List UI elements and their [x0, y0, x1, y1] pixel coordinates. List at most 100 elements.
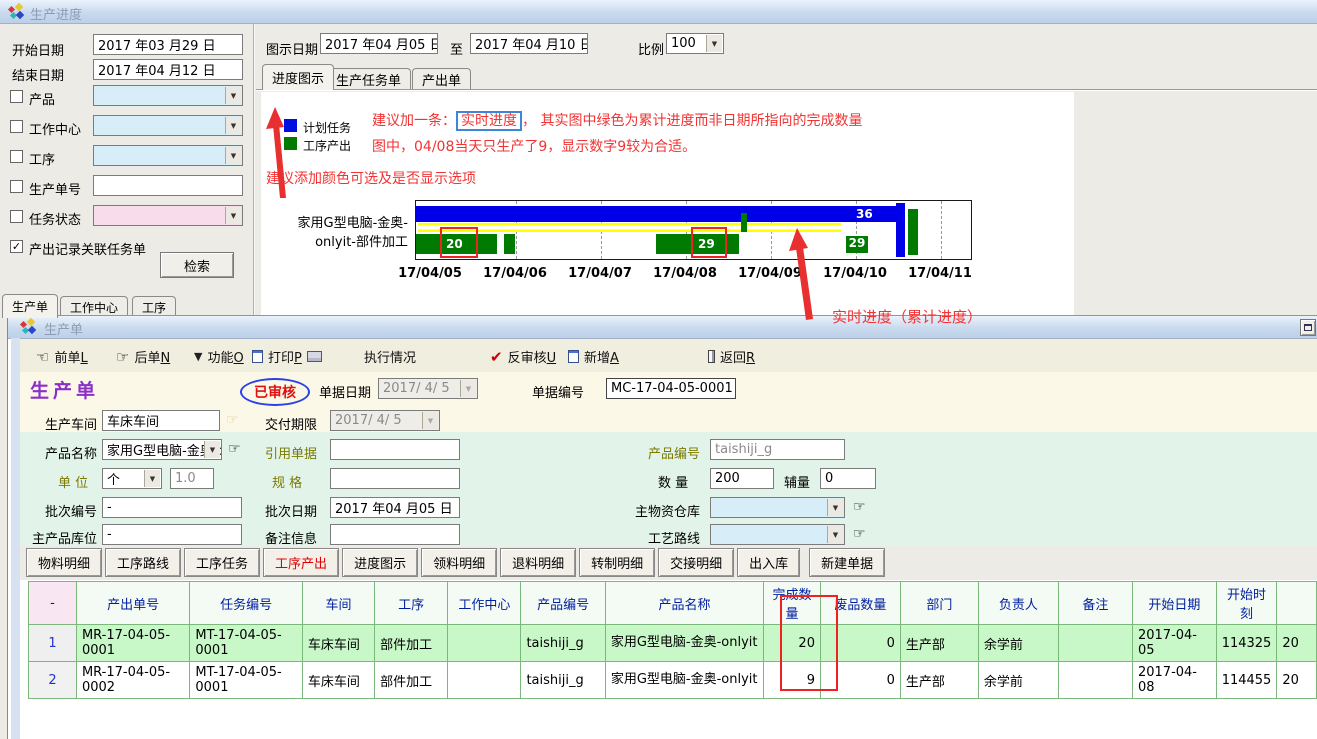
- spec-input[interactable]: [330, 468, 460, 489]
- cell-product-code[interactable]: taishiji_g: [521, 625, 605, 662]
- remark-input[interactable]: [330, 524, 460, 545]
- chevron-down-icon[interactable]: ▼: [706, 35, 722, 52]
- function-button[interactable]: ▼功能O: [194, 347, 244, 366]
- main-product-loc-input[interactable]: -: [102, 524, 242, 545]
- return-button[interactable]: 返回R: [708, 347, 755, 366]
- tab-transfer-detail[interactable]: 转制明细: [579, 548, 655, 577]
- execution-status-button[interactable]: 执行情况: [364, 347, 416, 366]
- workcenter-dropdown[interactable]: ▼: [93, 115, 243, 136]
- cell-dept[interactable]: 生产部: [900, 625, 978, 662]
- task-status-dropdown[interactable]: ▼: [93, 205, 243, 226]
- cell-output-no[interactable]: MR-17-04-05-0002: [76, 662, 189, 699]
- cell-start-date[interactable]: 2017-04-05: [1132, 625, 1216, 662]
- product-lookup-hand-icon[interactable]: ☞: [228, 441, 241, 457]
- batch-no-input[interactable]: -: [102, 497, 242, 518]
- chevron-down-icon[interactable]: ▼: [225, 147, 241, 164]
- chart-date-to-input[interactable]: 2017 年04 月10 日: [470, 33, 588, 54]
- add-new-button[interactable]: 新增A: [568, 347, 619, 366]
- tab-process-output[interactable]: 工序产出: [263, 548, 339, 577]
- product-dropdown[interactable]: ▼: [93, 85, 243, 106]
- tab-handover-detail[interactable]: 交接明细: [658, 548, 734, 577]
- tab-progress-chart[interactable]: 进度图示: [262, 64, 334, 90]
- cell-product-name[interactable]: 家用G型电脑-金奥-onlyit: [605, 625, 763, 662]
- chart-date-from-input[interactable]: 2017 年04 月05 日: [320, 33, 438, 54]
- order-no-input[interactable]: [93, 175, 243, 196]
- doc-date-dropdown[interactable]: 2017/ 4/ 5▼: [378, 378, 478, 399]
- unit-factor-input[interactable]: 1.0: [170, 468, 214, 489]
- prev-doc-button[interactable]: ☜前单L: [36, 347, 88, 366]
- batch-date-input[interactable]: 2017 年04 月05 日: [330, 497, 460, 518]
- cell-task-no[interactable]: MT-17-04-05-0001: [190, 662, 302, 699]
- tab-output-order[interactable]: 产出单: [412, 68, 471, 90]
- tab-in-out-store[interactable]: 出入库: [737, 548, 800, 577]
- cell-workshop[interactable]: 车床车间: [302, 662, 374, 699]
- cell-process[interactable]: 部件加工: [375, 662, 448, 699]
- route-dropdown[interactable]: ▼: [710, 524, 845, 545]
- process-dropdown[interactable]: ▼: [93, 145, 243, 166]
- cell-task-no[interactable]: MT-17-04-05-0001: [190, 625, 302, 662]
- cell-workshop[interactable]: 车床车间: [302, 625, 374, 662]
- chevron-down-icon[interactable]: ▼: [144, 470, 160, 487]
- cell-index[interactable]: 2: [29, 662, 77, 699]
- end-date-input[interactable]: 2017 年04 月12 日: [93, 59, 243, 80]
- cell-dept[interactable]: 生产部: [900, 662, 978, 699]
- tab-picking-detail[interactable]: 领料明细: [421, 548, 497, 577]
- tab-material-detail[interactable]: 物料明细: [26, 548, 102, 577]
- print-button[interactable]: 打印P: [252, 347, 322, 366]
- tab-production-task[interactable]: 生产任务单: [326, 68, 411, 90]
- chevron-down-icon[interactable]: ▼: [225, 207, 241, 224]
- cell-owner[interactable]: 余学前: [978, 662, 1058, 699]
- cell-workcenter[interactable]: [448, 625, 521, 662]
- cell-product-name[interactable]: 家用G型电脑-金奥-onlyit: [605, 662, 763, 699]
- cell-remark[interactable]: [1058, 662, 1132, 699]
- task-status-checkbox[interactable]: [10, 210, 23, 223]
- cell-workcenter[interactable]: [448, 662, 521, 699]
- chevron-down-icon[interactable]: ▼: [225, 117, 241, 134]
- aux-qty-input[interactable]: 0: [820, 468, 876, 489]
- route-lookup-hand-icon[interactable]: ☞: [853, 526, 866, 542]
- chevron-down-icon[interactable]: ▼: [225, 87, 241, 104]
- cell-start-time[interactable]: 114325: [1216, 625, 1277, 662]
- search-button[interactable]: 检索: [160, 252, 234, 278]
- cell-extra[interactable]: 20: [1277, 662, 1317, 699]
- order-no-checkbox[interactable]: [10, 180, 23, 193]
- product-name-dropdown[interactable]: 家用G型电脑-金奥-only▼: [102, 439, 222, 460]
- unit-dropdown[interactable]: 个▼: [102, 468, 162, 489]
- tab-progress-chart[interactable]: 进度图示: [342, 548, 418, 577]
- tab-new-doc[interactable]: 新建单据: [809, 548, 885, 577]
- product-checkbox[interactable]: [10, 90, 23, 103]
- left-tab-production-order[interactable]: 生产单: [2, 294, 58, 318]
- printer-icon[interactable]: [307, 351, 322, 362]
- start-date-input[interactable]: 2017 年03 月29 日: [93, 34, 243, 55]
- deadline-dropdown[interactable]: 2017/ 4/ 5▼: [330, 410, 440, 431]
- chevron-down-icon[interactable]: ▼: [827, 526, 843, 543]
- restore-button[interactable]: [1300, 319, 1316, 336]
- chevron-down-icon[interactable]: ▼: [827, 499, 843, 516]
- cell-product-code[interactable]: taishiji_g: [521, 662, 605, 699]
- workcenter-checkbox[interactable]: [10, 120, 23, 133]
- tab-process-task[interactable]: 工序任务: [184, 548, 260, 577]
- chevron-down-icon[interactable]: ▼: [204, 441, 220, 458]
- next-doc-button[interactable]: ☞后单N: [116, 347, 170, 366]
- cell-remark[interactable]: [1058, 625, 1132, 662]
- cell-output-no[interactable]: MR-17-04-05-0001: [76, 625, 189, 662]
- main-warehouse-dropdown[interactable]: ▼: [710, 497, 845, 518]
- scale-dropdown[interactable]: 100▼: [666, 33, 724, 54]
- cell-extra[interactable]: 20: [1277, 625, 1317, 662]
- unaudit-button[interactable]: ✔反审核U: [490, 347, 556, 366]
- cell-start-date[interactable]: 2017-04-08: [1132, 662, 1216, 699]
- cell-start-time[interactable]: 114455: [1216, 662, 1277, 699]
- qty-input[interactable]: 200: [710, 468, 774, 489]
- cell-index[interactable]: 1: [29, 625, 77, 662]
- ref-doc-input[interactable]: [330, 439, 460, 460]
- workshop-lookup-hand-icon[interactable]: ☞: [226, 412, 239, 428]
- tab-process-route[interactable]: 工序路线: [105, 548, 181, 577]
- product-code-input[interactable]: taishiji_g: [710, 439, 845, 460]
- tab-return-detail[interactable]: 退料明细: [500, 548, 576, 577]
- cell-process[interactable]: 部件加工: [375, 625, 448, 662]
- warehouse-lookup-hand-icon[interactable]: ☞: [853, 499, 866, 515]
- cell-owner[interactable]: 余学前: [978, 625, 1058, 662]
- process-checkbox[interactable]: [10, 150, 23, 163]
- workshop-input[interactable]: 车床车间: [102, 410, 220, 431]
- doc-no-input[interactable]: MC-17-04-05-0001: [606, 378, 736, 399]
